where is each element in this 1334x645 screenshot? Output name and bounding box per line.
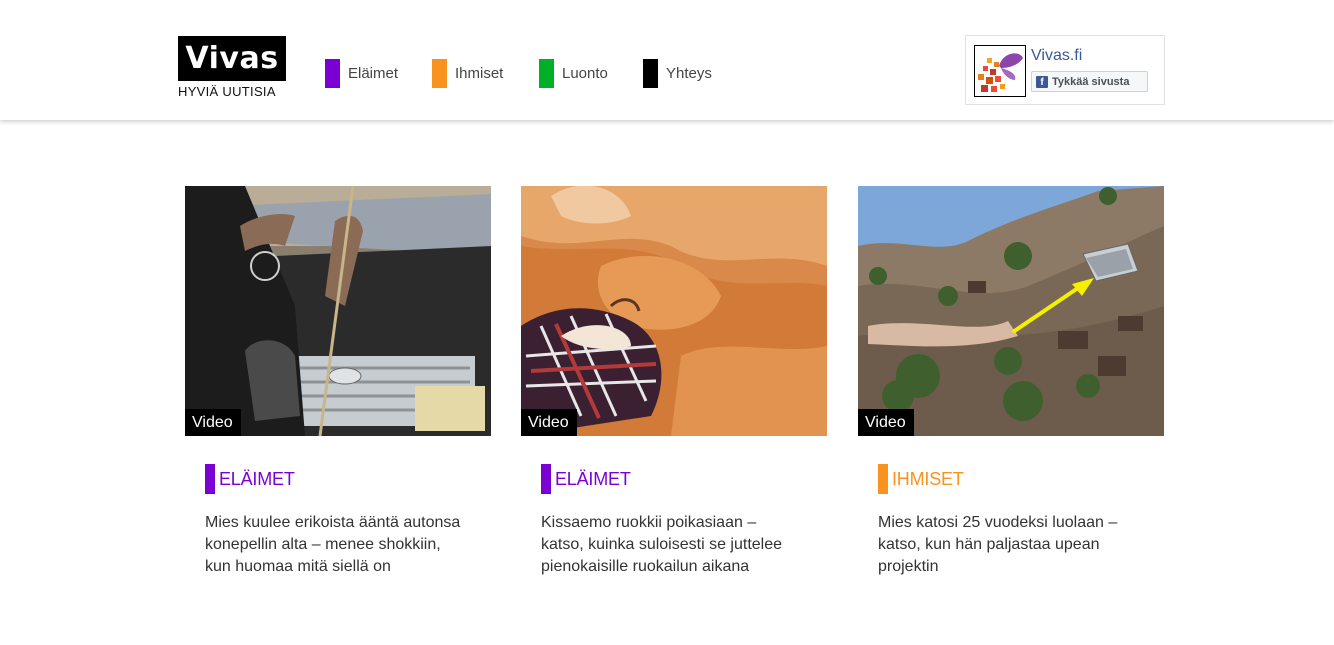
article-title[interactable]: Kissaemo ruokkii poikasiaan – katso, kui…	[541, 512, 803, 578]
site-logo[interactable]: Vivas HYVIÄ UUTISIA	[178, 36, 286, 99]
article-category: IHMISET	[892, 468, 964, 489]
video-badge: Video	[521, 409, 577, 436]
nav-label: Ihmiset	[455, 65, 504, 82]
nav-color-swatch	[325, 59, 340, 88]
article-card: Video ELÄIMET Kissaemo ruokkii poikasiaa…	[521, 186, 827, 575]
category-color-bar	[541, 464, 551, 494]
nav-item-luonto[interactable]: Luonto	[539, 59, 608, 88]
car-hood-photo	[185, 186, 491, 436]
article-category: ELÄIMET	[555, 468, 631, 489]
facebook-page-name[interactable]: Vivas.fi	[1031, 47, 1082, 65]
article-card: Video IHMISET Mies katosi 25 vuodeksi lu…	[858, 186, 1164, 575]
cat-photo	[521, 186, 827, 436]
article-thumbnail[interactable]: Video	[185, 186, 491, 436]
category-color-bar	[205, 464, 215, 494]
facebook-page-thumbnail[interactable]	[974, 45, 1026, 97]
nav-color-swatch	[643, 59, 658, 88]
article-category: ELÄIMET	[219, 468, 295, 489]
nav-item-elaimet[interactable]: Eläimet	[325, 59, 398, 88]
nav-item-yhteys[interactable]: Yhteys	[643, 59, 712, 88]
logo-tagline: HYVIÄ UUTISIA	[178, 84, 276, 99]
nav-label: Luonto	[562, 65, 608, 82]
article-thumbnail[interactable]: Video	[858, 186, 1164, 436]
nav-color-swatch	[539, 59, 554, 88]
article-category-link[interactable]: ELÄIMET	[205, 464, 295, 494]
nav-item-ihmiset[interactable]: Ihmiset	[432, 59, 503, 88]
site-header: Vivas HYVIÄ UUTISIA Eläimet Ihmiset Luon…	[0, 0, 1334, 120]
nav-label: Eläimet	[348, 65, 399, 82]
facebook-like-button[interactable]: f Tykkää sivusta	[1031, 71, 1148, 92]
facebook-page-widget: Vivas.fi f Tykkää sivusta	[965, 35, 1165, 105]
vivas-butterfly-logo-icon	[978, 53, 1023, 92]
category-color-bar	[878, 464, 888, 494]
video-badge: Video	[858, 409, 914, 436]
article-title[interactable]: Mies kuulee erikoista ääntä autonsa kone…	[205, 512, 467, 578]
nav-label: Yhteys	[666, 65, 712, 82]
article-thumbnail[interactable]: Video	[521, 186, 827, 436]
article-category-link[interactable]: IHMISET	[878, 464, 964, 494]
nav-color-swatch	[432, 59, 447, 88]
like-button-label: Tykkää sivusta	[1052, 75, 1130, 88]
video-badge: Video	[185, 409, 241, 436]
facebook-f-icon: f	[1036, 75, 1048, 88]
logo-wordmark: Vivas	[178, 36, 286, 81]
article-title[interactable]: Mies katosi 25 vuodeksi luolaan – katso,…	[878, 512, 1140, 578]
hillside-cave-photo	[858, 186, 1164, 436]
article-card: Video ELÄIMET Mies kuulee erikoista äänt…	[185, 186, 491, 575]
article-category-link[interactable]: ELÄIMET	[541, 464, 631, 494]
